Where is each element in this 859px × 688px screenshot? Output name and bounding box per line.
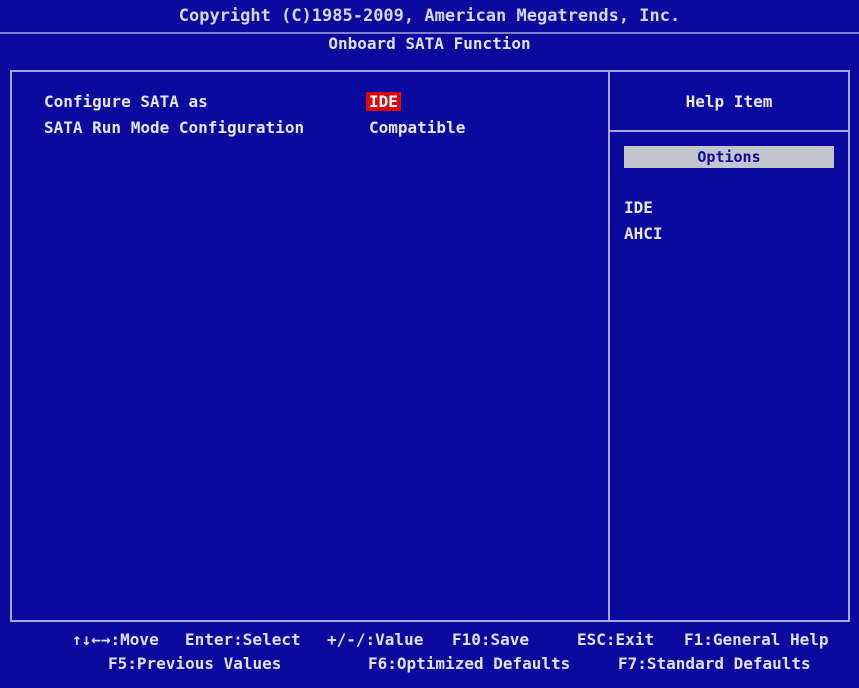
setting-row-sata-run-mode[interactable]: SATA Run Mode Configuration Compatible xyxy=(44,118,465,137)
key-legend: ↑↓←→:Move Enter:Select +/-/:Value F10:Sa… xyxy=(0,630,859,688)
option-item: AHCI xyxy=(624,224,663,243)
help-title: Help Item xyxy=(685,92,773,111)
setting-label: Configure SATA as xyxy=(44,92,208,111)
key-exit: ESC:Exit xyxy=(577,630,655,649)
bios-header: Copyright (C)1985-2009, American Megatre… xyxy=(0,0,859,62)
key-save: F10:Save xyxy=(452,630,530,649)
option-item: IDE xyxy=(624,198,653,217)
key-general-help: F1:General Help xyxy=(684,630,829,649)
copyright-text: Copyright (C)1985-2009, American Megatre… xyxy=(178,6,681,26)
help-divider xyxy=(610,130,848,132)
setting-row-configure-sata[interactable]: Configure SATA as IDE xyxy=(44,92,401,111)
page-title: Onboard SATA Function xyxy=(328,34,531,53)
options-heading: Options xyxy=(624,146,834,168)
settings-pane: Configure SATA as IDE SATA Run Mode Confi… xyxy=(12,72,608,620)
key-previous-values: F5:Previous Values xyxy=(108,654,282,673)
setting-label: SATA Run Mode Configuration xyxy=(44,118,305,137)
key-value: +/-/:Value xyxy=(327,630,424,649)
key-select: Enter:Select xyxy=(185,630,301,649)
setting-value[interactable]: Compatible xyxy=(369,118,465,137)
setting-value-selected[interactable]: IDE xyxy=(366,92,401,111)
key-move: ↑↓←→:Move xyxy=(72,630,159,649)
help-pane: Help Item Options IDE AHCI xyxy=(608,72,848,620)
key-optimized-defaults: F6:Optimized Defaults xyxy=(368,654,571,673)
main-frame: Configure SATA as IDE SATA Run Mode Confi… xyxy=(10,70,850,622)
key-standard-defaults: F7:Standard Defaults xyxy=(618,654,811,673)
